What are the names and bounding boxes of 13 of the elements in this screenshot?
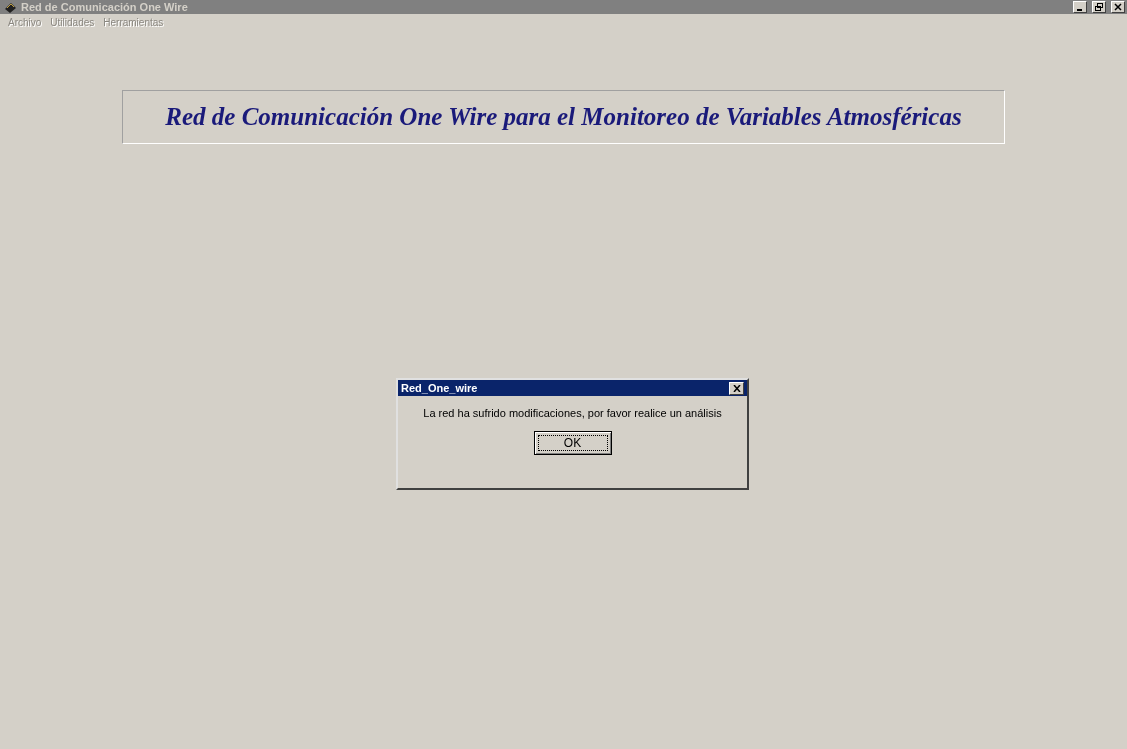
close-button[interactable] — [729, 381, 744, 395]
window-title: Red de Comunicación One Wire — [21, 1, 189, 13]
ok-button[interactable]: OK — [533, 431, 612, 455]
chip-icon — [4, 1, 17, 13]
dialog-title: Red_One_wire — [401, 382, 479, 394]
close-icon — [732, 384, 741, 392]
dialog-message: La red ha sufrido modificaciones, por favor realice un análisis — [422, 407, 723, 419]
banner-title: Red de Comunicación One Wire para el Monitoreo de Variables Atmosféricas — [122, 90, 1005, 144]
restore-button[interactable] — [1092, 1, 1106, 13]
close-icon — [1114, 3, 1122, 11]
restore-icon — [1095, 3, 1103, 11]
minimize-button[interactable] — [1073, 1, 1087, 13]
close-button[interactable] — [1111, 1, 1125, 13]
